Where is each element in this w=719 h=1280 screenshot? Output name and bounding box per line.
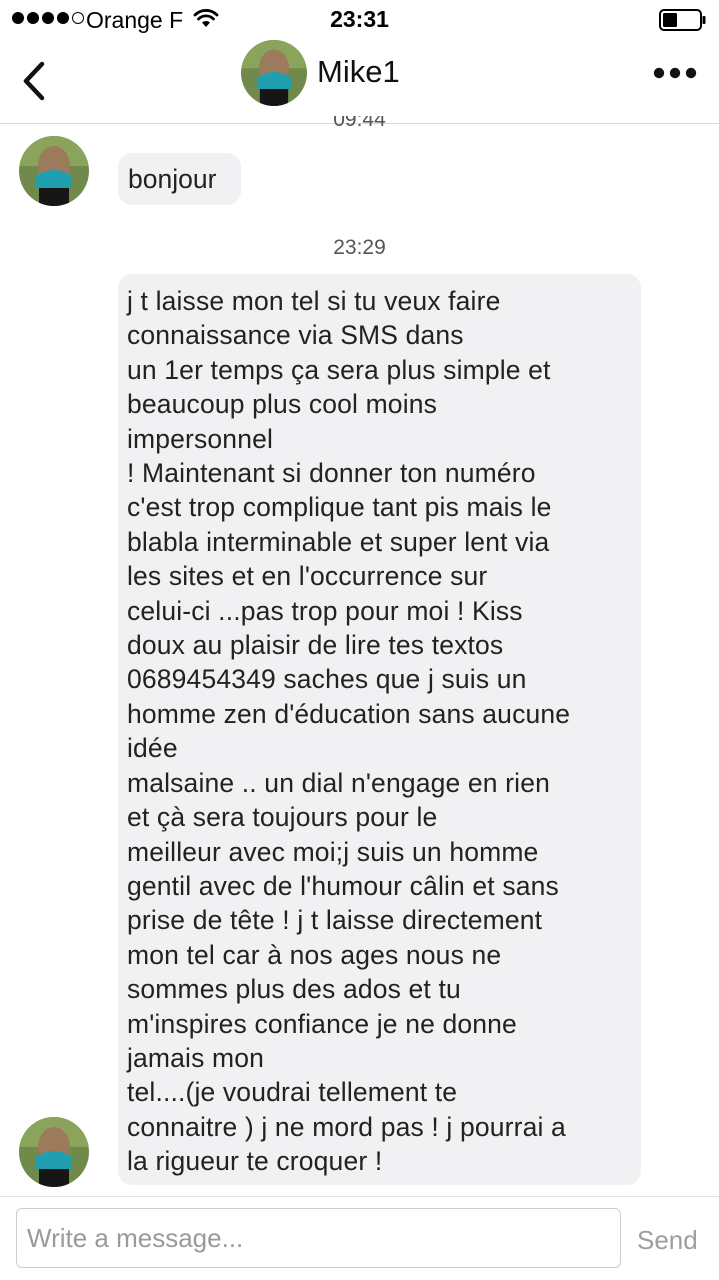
status-bar: Orange F 23:31 (0, 0, 719, 40)
contact-name[interactable]: Mike1 (317, 54, 400, 90)
contact-avatar[interactable] (241, 40, 307, 106)
sender-avatar[interactable] (19, 136, 89, 206)
chat-header: Mike1 (0, 40, 719, 124)
status-time: 23:31 (330, 6, 389, 32)
message-timestamp: 23:29 (333, 236, 386, 259)
battery-icon (659, 9, 706, 31)
message-bubble[interactable]: j t laisse mon tel si tu veux faire conn… (118, 274, 641, 1185)
message-bubble[interactable]: bonjour (118, 153, 241, 205)
message-timestamp: 09:44 (333, 116, 386, 131)
chat-screen: Orange F 23:31 Mike1 09:44 bonjour 23:29… (0, 0, 719, 1280)
message-composer: Send (0, 1196, 719, 1280)
back-chevron-icon[interactable] (14, 50, 54, 110)
more-options-icon[interactable] (653, 66, 697, 80)
send-button[interactable]: Send (637, 1225, 698, 1256)
sender-avatar[interactable] (19, 1117, 89, 1187)
message-input[interactable] (16, 1208, 621, 1268)
